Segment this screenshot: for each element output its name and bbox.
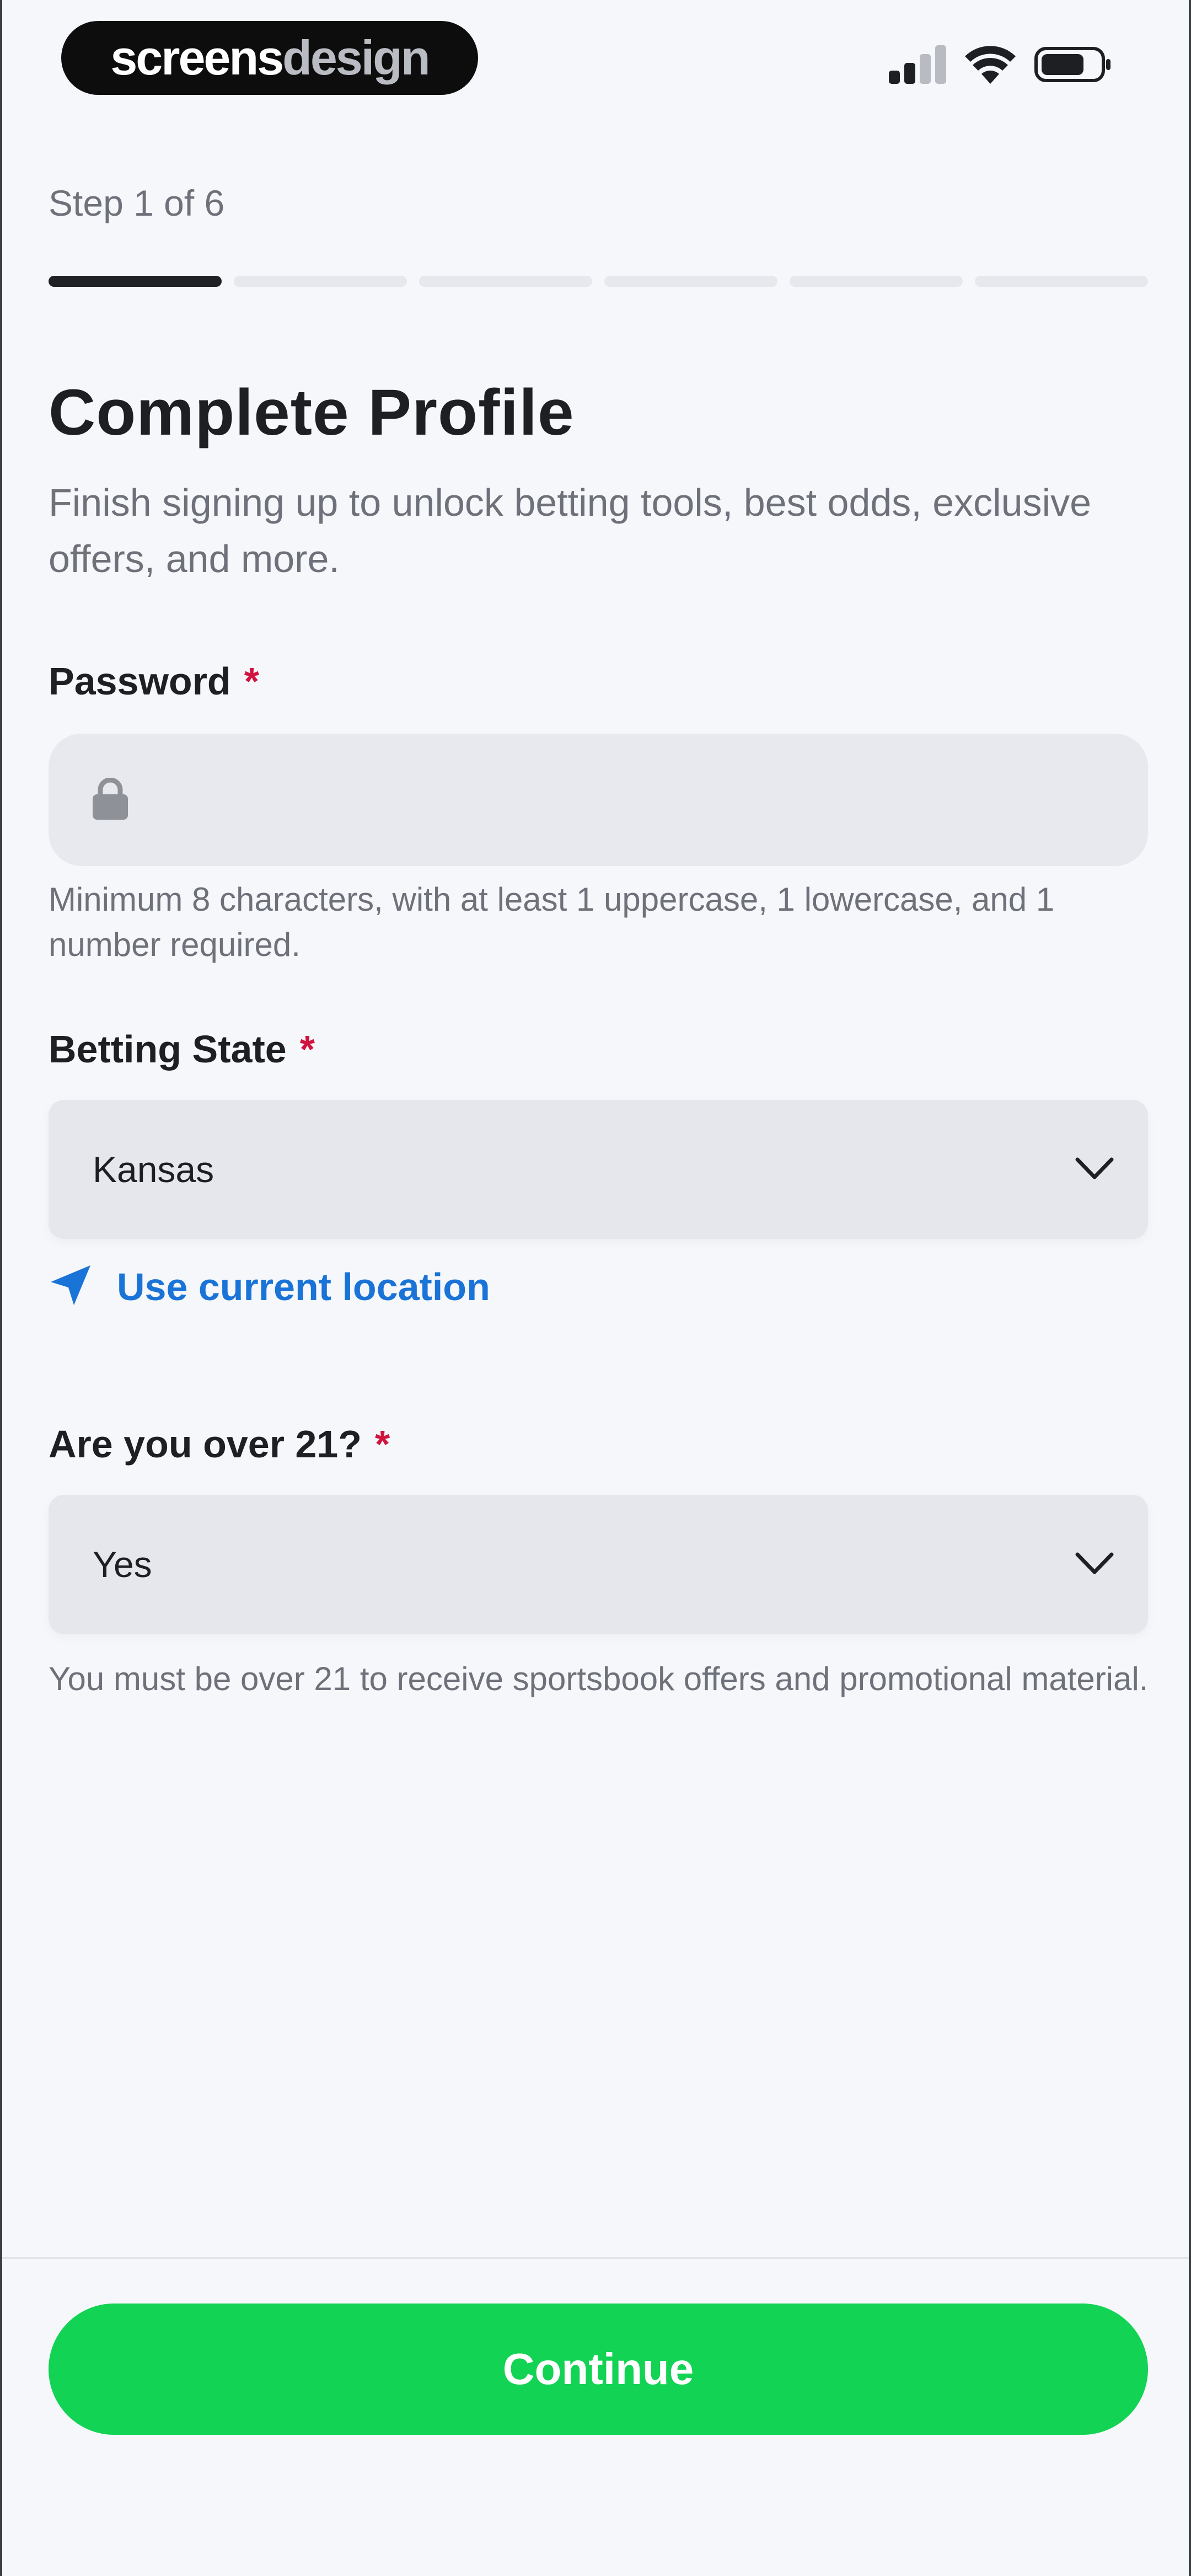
complete-profile-screen: screens design Step 1 of 6 Complete Prof… — [0, 0, 1191, 2576]
progress-segment-3 — [419, 276, 592, 287]
age-helper-text: You must be over 21 to receive sportsboo… — [49, 1660, 1149, 1697]
brand-logo-part2: design — [282, 30, 431, 85]
password-label: Password * — [49, 659, 259, 703]
location-arrow-icon — [49, 1263, 93, 1310]
password-helper-text: Minimum 8 characters, with at least 1 up… — [49, 881, 1055, 963]
chevron-down-icon — [1075, 1156, 1114, 1183]
cellular-signal-icon — [889, 45, 946, 84]
battery-icon — [1034, 45, 1112, 84]
wifi-icon — [965, 45, 1016, 84]
brand-logo: screens design — [61, 21, 478, 95]
password-label-text: Password — [49, 660, 231, 703]
brand-logo-part1: screens — [110, 30, 284, 85]
use-current-location-link[interactable]: Use current location — [49, 1263, 490, 1310]
required-asterisk: * — [299, 1028, 315, 1071]
page-title: Complete Profile — [49, 376, 575, 449]
step-progress-bar — [49, 276, 1148, 287]
use-current-location-label: Use current location — [117, 1265, 490, 1308]
lock-icon — [93, 777, 128, 822]
betting-state-select[interactable]: Kansas — [49, 1100, 1148, 1239]
age-label-text: Are you over 21? — [49, 1423, 362, 1466]
status-bar-icons — [889, 45, 1112, 84]
betting-state-label-text: Betting State — [49, 1028, 287, 1071]
footer-divider — [2, 2257, 1189, 2259]
age-select[interactable]: Yes — [49, 1495, 1148, 1634]
password-field[interactable] — [49, 734, 1148, 866]
age-value: Yes — [93, 1544, 152, 1585]
required-asterisk: * — [375, 1423, 390, 1466]
step-indicator-label: Step 1 of 6 — [49, 183, 225, 223]
progress-segment-6 — [975, 276, 1148, 287]
progress-segment-1 — [49, 276, 222, 287]
continue-button[interactable]: Continue — [49, 2304, 1148, 2435]
progress-segment-2 — [234, 276, 407, 287]
progress-segment-5 — [790, 276, 963, 287]
chevron-down-icon — [1075, 1551, 1114, 1578]
page-subtitle: Finish signing up to unlock betting tool… — [49, 481, 1092, 580]
age-label: Are you over 21? * — [49, 1422, 390, 1466]
betting-state-label: Betting State * — [49, 1027, 315, 1071]
progress-segment-4 — [604, 276, 777, 287]
betting-state-value: Kansas — [93, 1149, 214, 1190]
required-asterisk: * — [244, 660, 259, 703]
